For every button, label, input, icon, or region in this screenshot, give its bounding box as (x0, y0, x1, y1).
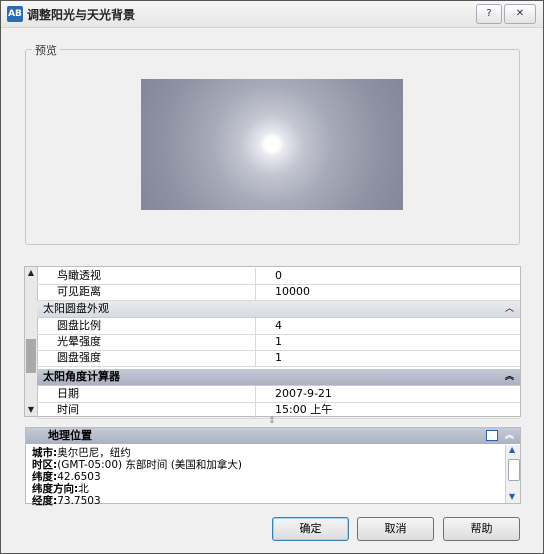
property-row-disk-intensity[interactable]: 圆盘强度 1 (37, 350, 520, 367)
geo-value: 42.6503 (57, 471, 101, 483)
property-row-visibility[interactable]: 可见距离 10000 (37, 284, 520, 301)
geo-line-lat-direction: 纬度方向:北 (32, 483, 242, 495)
category-sun-calculator[interactable]: 太阳角度计算器 ︽ (37, 369, 520, 386)
geo-info: 城市:奥尔巴尼，纽约 时区:(GMT-05:00) 东部时间 (美国和加拿大) … (32, 447, 242, 507)
geo-value: 奥尔巴尼，纽约 (57, 447, 131, 459)
geo-key: 城市: (32, 447, 58, 459)
property-name: 日期 (37, 386, 256, 402)
collapse-icon[interactable]: ︿ (505, 301, 514, 317)
sky-preview-image (141, 79, 403, 210)
map-icon[interactable] (486, 430, 498, 441)
property-value[interactable]: 1 (275, 334, 282, 350)
property-name: 圆盘强度 (37, 350, 256, 366)
collapse-icon[interactable]: ︽ (505, 369, 514, 385)
property-name: 圆盘比例 (37, 318, 256, 334)
geo-value: (GMT-05:00) 东部时间 (美国和加拿大) (57, 459, 242, 471)
splitter-handle-icon[interactable]: ⇕ (268, 416, 276, 426)
property-value[interactable]: 0 (275, 268, 282, 284)
help-icon[interactable]: ? (476, 4, 502, 24)
geo-key: 纬度: (32, 471, 58, 483)
geo-key: 纬度方向: (32, 483, 79, 495)
preview-label: 预览 (32, 42, 60, 58)
title-bar: AB 调整阳光与天光背景 ? ✕ (1, 1, 543, 28)
close-icon[interactable]: ✕ (504, 4, 536, 24)
property-row-disk-scale[interactable]: 圆盘比例 4 (37, 318, 520, 335)
property-name: 光晕强度 (37, 334, 256, 350)
property-row-date[interactable]: 日期 2007-9-21 (37, 386, 520, 403)
scroll-down-icon[interactable]: ▼ (25, 404, 37, 416)
geo-header: 地理位置 ︽ (26, 428, 520, 444)
geo-key: 时区: (32, 459, 58, 471)
scroll-down-icon[interactable]: ▼ (509, 492, 515, 501)
property-name: 时间 (37, 402, 256, 418)
dialog-title: 调整阳光与天光背景 (27, 8, 136, 22)
geo-value: 北 (78, 483, 89, 495)
property-name: 鸟瞰透视 (37, 268, 256, 284)
geo-location-panel: 地理位置 ︽ 城市:奥尔巴尼，纽约 时区:(GMT-05:00) 东部时间 (美… (25, 427, 521, 507)
geo-line-longitude: 经度:73.7503 (32, 495, 242, 507)
property-value[interactable]: 10000 (275, 284, 310, 300)
scroll-up-icon[interactable]: ▲ (25, 267, 37, 279)
app-icon: AB (7, 6, 23, 22)
geo-key: 经度: (32, 495, 58, 507)
property-value[interactable]: 15:00 上午 (275, 402, 332, 418)
geo-title: 地理位置 (48, 429, 92, 442)
property-grid: ▲ ▼ 鸟瞰透视 0 可见距离 10000 太阳圆盘外观 ︿ 圆盘比例 4 光晕… (24, 266, 521, 419)
property-value[interactable]: 4 (275, 318, 282, 334)
property-row-glow[interactable]: 光晕强度 1 (37, 334, 520, 351)
cancel-button[interactable]: 取消 (357, 517, 434, 541)
scroll-up-icon[interactable]: ▲ (509, 445, 515, 454)
collapse-icon[interactable]: ︽ (505, 428, 514, 444)
geo-scrollbar[interactable]: ▲ ▼ (505, 445, 520, 503)
geo-line-timezone: 时区:(GMT-05:00) 东部时间 (美国和加拿大) (32, 459, 242, 471)
scroll-thumb[interactable] (508, 459, 520, 481)
geo-line-city: 城市:奥尔巴尼，纽约 (32, 447, 242, 459)
property-value[interactable]: 2007-9-21 (275, 386, 332, 402)
geo-value: 73.7503 (57, 495, 101, 507)
ok-button[interactable]: 确定 (272, 517, 349, 541)
property-row-time[interactable]: 时间 15:00 上午 (37, 402, 520, 419)
property-row-aerial[interactable]: 鸟瞰透视 0 (37, 268, 520, 285)
category-label: 太阳角度计算器 (43, 370, 120, 383)
geo-line-latitude: 纬度:42.6503 (32, 471, 242, 483)
category-label: 太阳圆盘外观 (43, 302, 109, 315)
scroll-thumb[interactable] (26, 339, 36, 373)
property-value[interactable]: 1 (275, 350, 282, 366)
property-name: 可见距离 (37, 284, 256, 300)
help-button[interactable]: 帮助 (443, 517, 520, 541)
category-sun-disk[interactable]: 太阳圆盘外观 ︿ (37, 301, 520, 318)
